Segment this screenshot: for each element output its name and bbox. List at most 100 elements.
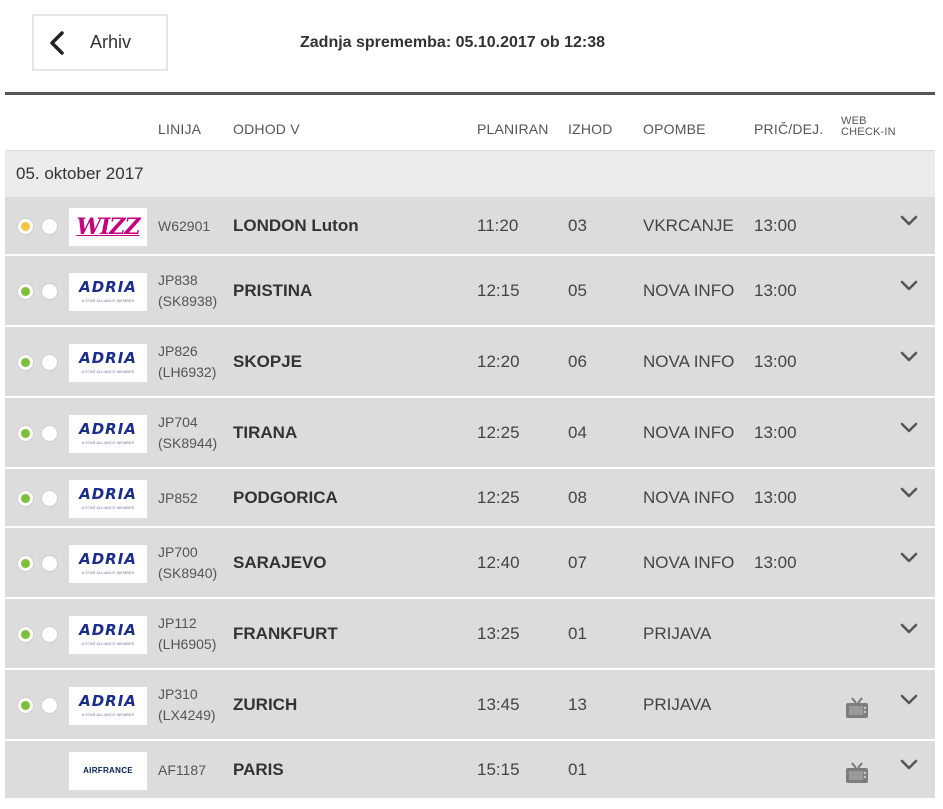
chevron-down-icon[interactable] xyxy=(899,551,919,565)
flight-row[interactable]: AIRFRANCE AF1187 PARIS 15:15 01 xyxy=(5,741,935,800)
column-pric-dej: PRIČ/DEJ. xyxy=(754,121,824,137)
actual-time: 13:00 xyxy=(754,422,797,442)
flight-row[interactable]: ADRIA A STAR ALLIANCE MEMBER JP700 (SK8940)… xyxy=(5,528,935,599)
chevron-down-icon[interactable] xyxy=(899,279,919,293)
flight-row[interactable]: ADRIA A STAR ALLIANCE MEMBER JP838 (SK8938)… xyxy=(5,256,935,327)
flight-code: JP852 xyxy=(158,489,198,506)
wizz-logo-text: WIZZ xyxy=(76,213,140,240)
web-checkin-icon[interactable] xyxy=(843,696,871,720)
chevron-down-icon[interactable] xyxy=(899,693,919,707)
gate: 07 xyxy=(568,552,587,572)
status-indicator-empty xyxy=(41,625,58,643)
adria-logo-subtext: A STAR ALLIANCE MEMBER xyxy=(81,641,135,646)
codeshare-code: (LX4249) xyxy=(158,706,216,723)
status-indicator-empty xyxy=(41,424,58,442)
flight-number: JP852 xyxy=(158,488,198,509)
adria-logo: ADRIA A STAR ALLIANCE MEMBER xyxy=(69,479,147,518)
flight-number: JP700 (SK8940) xyxy=(158,542,217,584)
flight-row[interactable]: WIZZ W62901 LONDON Luton 11:20 03 VKRCANJE 13:… xyxy=(5,197,935,256)
flight-code: AF1187 xyxy=(158,761,206,778)
status-indicator xyxy=(17,554,34,572)
date-label: 05. oktober 2017 xyxy=(16,164,144,183)
codeshare-code: (LH6932) xyxy=(158,363,217,380)
destination: FRANKFURT xyxy=(233,623,338,643)
chevron-down-icon[interactable] xyxy=(899,214,919,228)
column-web-line2: CHECK-IN xyxy=(841,126,896,138)
actual-time: 13:00 xyxy=(754,552,797,572)
adria-logo-text: ADRIA xyxy=(79,349,137,367)
adria-logo-subtext: A STAR ALLIANCE MEMBER xyxy=(81,505,135,510)
planned-time: 13:25 xyxy=(477,623,520,643)
status-indicator xyxy=(17,696,34,714)
archive-back-button[interactable]: Arhiv xyxy=(32,14,168,71)
remark: NOVA INFO xyxy=(643,487,735,507)
status-indicator-empty xyxy=(41,554,58,572)
gate: 01 xyxy=(568,623,587,643)
flight-row[interactable]: ADRIA A STAR ALLIANCE MEMBER JP704 (SK8944)… xyxy=(5,398,935,469)
remark: NOVA INFO xyxy=(643,422,735,442)
planned-time: 11:20 xyxy=(477,215,519,235)
flight-code: JP838 xyxy=(158,271,198,288)
gate: 13 xyxy=(568,694,587,714)
chevron-down-icon[interactable] xyxy=(899,758,919,772)
header-divider xyxy=(5,92,935,95)
codeshare-code: (LH6905) xyxy=(158,635,217,652)
status-indicator xyxy=(17,489,34,507)
planned-time: 12:15 xyxy=(477,280,520,300)
actual-time: 13:00 xyxy=(754,280,797,300)
flight-number: JP838 (SK8938) xyxy=(158,270,217,312)
planned-time: 12:20 xyxy=(477,351,520,371)
chevron-down-icon[interactable] xyxy=(899,350,919,364)
destination: TIRANA xyxy=(233,422,298,442)
destination: SKOPJE xyxy=(233,351,302,371)
gate: 04 xyxy=(568,422,587,442)
adria-logo: ADRIA A STAR ALLIANCE MEMBER xyxy=(69,343,147,382)
chevron-left-icon xyxy=(44,30,70,56)
column-planiran: PLANIRAN xyxy=(477,121,549,137)
web-checkin-icon[interactable] xyxy=(843,761,871,785)
flight-code: JP310 xyxy=(158,685,198,702)
flight-row[interactable]: ADRIA A STAR ALLIANCE MEMBER JP852 PODGORIC… xyxy=(5,469,935,528)
adria-logo-text: ADRIA xyxy=(79,485,137,503)
column-opombe: OPOMBE xyxy=(643,121,706,137)
table-header: LINIJA ODHOD V PLANIRAN IZHOD OPOMBE PRI… xyxy=(5,96,935,150)
remark: NOVA INFO xyxy=(643,552,735,572)
column-izhod: IZHOD xyxy=(568,121,613,137)
flight-number: JP310 (LX4249) xyxy=(158,684,216,726)
adria-logo-text: ADRIA xyxy=(79,420,137,438)
planned-time: 15:15 xyxy=(477,759,520,779)
adria-logo-subtext: A STAR ALLIANCE MEMBER xyxy=(81,440,135,445)
remark: PRIJAVA xyxy=(643,694,712,714)
last-change-text: Zadnja sprememba: 05.10.2017 ob 12:38 xyxy=(300,34,606,51)
remark: NOVA INFO xyxy=(643,280,735,300)
codeshare-code: (SK8940) xyxy=(158,564,218,581)
flight-row[interactable]: ADRIA A STAR ALLIANCE MEMBER JP310 (LX4249)… xyxy=(5,670,935,741)
adria-logo-text: ADRIA xyxy=(79,692,137,710)
status-indicator-empty xyxy=(41,282,58,300)
flight-row[interactable]: ADRIA A STAR ALLIANCE MEMBER JP112 (LH6905)… xyxy=(5,599,935,670)
column-linija: LINIJA xyxy=(158,121,202,137)
flight-code: JP700 xyxy=(158,543,198,560)
gate: 05 xyxy=(568,280,587,300)
planned-time: 13:45 xyxy=(477,694,520,714)
adria-logo: ADRIA A STAR ALLIANCE MEMBER xyxy=(69,414,147,453)
destination: PODGORICA xyxy=(233,487,338,507)
flight-row[interactable]: ADRIA A STAR ALLIANCE MEMBER JP826 (LH6932)… xyxy=(5,327,935,398)
actual-time: 13:00 xyxy=(754,351,797,371)
adria-logo-subtext: A STAR ALLIANCE MEMBER xyxy=(81,712,135,717)
destination: LONDON Luton xyxy=(233,215,359,235)
flight-code: JP704 xyxy=(158,413,198,430)
adria-logo-subtext: A STAR ALLIANCE MEMBER xyxy=(81,369,135,374)
adria-logo: ADRIA A STAR ALLIANCE MEMBER xyxy=(69,686,147,725)
actual-time: 13:00 xyxy=(754,487,797,507)
chevron-down-icon[interactable] xyxy=(899,486,919,500)
status-indicator xyxy=(17,353,34,371)
airfrance-logo-text: AIRFRANCE xyxy=(83,766,133,775)
remark: VKRCANJE xyxy=(643,215,734,235)
chevron-down-icon[interactable] xyxy=(899,622,919,636)
column-odhod: ODHOD V xyxy=(233,121,300,137)
top-bar: Arhiv Zadnja sprememba: 05.10.2017 ob 12… xyxy=(0,0,943,96)
chevron-down-icon[interactable] xyxy=(899,421,919,435)
column-web-checkin: WEB CHECK-IN xyxy=(841,116,896,138)
flight-code: JP112 xyxy=(158,614,197,631)
